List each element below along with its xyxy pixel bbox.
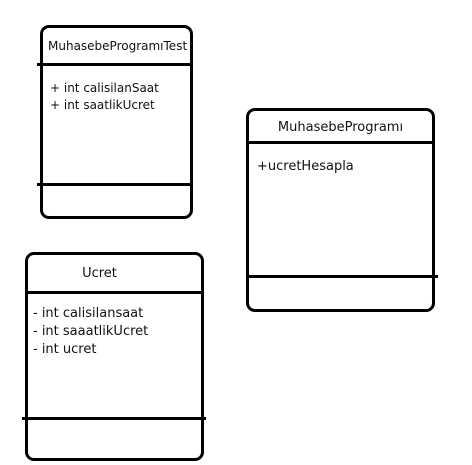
class-attribute: - int calisilansaat — [33, 306, 144, 321]
class-divider — [37, 63, 193, 66]
class-box-ucret[interactable]: Ucret - int calisilansaat - int saaatlik… — [22, 252, 206, 461]
class-box-muhasebe-programi-test[interactable]: MuhasebeProgramıTest + int calisilanSaat… — [37, 25, 193, 219]
class-divider — [25, 291, 204, 294]
class-divider — [246, 275, 438, 278]
class-attribute-list: + int calisilanSaat + int saatlikUcret — [50, 80, 159, 114]
class-divider — [22, 417, 206, 420]
class-title: Ucret — [82, 266, 117, 281]
class-attribute: - int ucret — [33, 342, 97, 357]
class-method-list: +ucretHesapla — [257, 158, 354, 176]
class-attribute: + int calisilanSaat — [50, 81, 159, 95]
class-attribute: + int saatlikUcret — [50, 98, 155, 112]
class-attribute-list: - int calisilansaat - int saaatlikUcret … — [33, 305, 148, 359]
class-title: MuhasebeProgramıTest — [48, 39, 188, 53]
class-divider — [246, 141, 435, 144]
class-method: +ucretHesapla — [257, 159, 354, 174]
class-title: MuhasebeProgramı — [277, 120, 404, 135]
class-box-muhasebe-programi[interactable]: MuhasebeProgramı +ucretHesapla — [246, 108, 438, 312]
class-divider — [37, 183, 193, 186]
class-attribute: - int saaatlikUcret — [33, 324, 149, 339]
